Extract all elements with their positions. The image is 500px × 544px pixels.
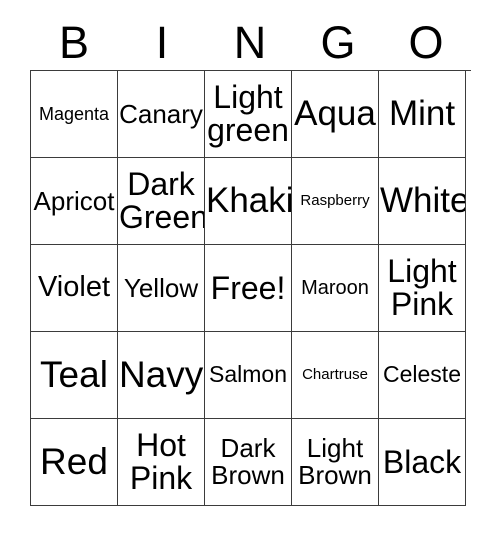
bingo-cell-label: Yellow: [123, 272, 199, 303]
bingo-card: B I N G O Magenta Canary Light green Aqu…: [30, 14, 471, 506]
bingo-cell-label: Chartruse: [302, 366, 368, 384]
bingo-cell-b3[interactable]: Violet: [31, 245, 118, 332]
bingo-cell-i4[interactable]: Navy: [118, 332, 205, 419]
bingo-cell-label: Aqua: [294, 94, 376, 134]
bingo-cell-label: Dark Green: [119, 166, 205, 235]
bingo-cell-label: Apricot: [33, 185, 115, 216]
bingo-grid: Magenta Canary Light green Aqua Mint Apr…: [30, 70, 471, 506]
bingo-cell-label: Teal: [40, 354, 108, 396]
bingo-cell-label: Celeste: [383, 361, 461, 388]
bingo-cell-i2[interactable]: Dark Green: [118, 158, 205, 245]
header-letter-g: G: [320, 16, 356, 68]
bingo-cell-g5[interactable]: Light Brown: [292, 419, 379, 506]
bingo-cell-g1[interactable]: Aqua: [292, 71, 379, 158]
bingo-cell-n4[interactable]: Salmon: [205, 332, 292, 419]
bingo-cell-b5[interactable]: Red: [31, 419, 118, 506]
bingo-cell-label: Violet: [37, 271, 111, 304]
bingo-cell-label: Maroon: [301, 276, 369, 299]
bingo-cell-o5[interactable]: Black: [379, 419, 466, 506]
bingo-cell-label: Salmon: [209, 361, 287, 388]
bingo-cell-b1[interactable]: Magenta: [31, 71, 118, 158]
bingo-cell-label: Navy: [119, 354, 204, 396]
bingo-cell-i3[interactable]: Yellow: [118, 245, 205, 332]
bingo-cell-g2[interactable]: Raspberry: [292, 158, 379, 245]
header-letter-n: N: [233, 16, 267, 68]
bingo-cell-o2[interactable]: White: [379, 158, 466, 245]
bingo-cell-g4[interactable]: Chartruse: [292, 332, 379, 419]
header-letter-b: B: [58, 16, 89, 68]
header-letter-o: O: [408, 16, 444, 68]
bingo-cell-b4[interactable]: Teal: [31, 332, 118, 419]
header-letter-i: I: [155, 16, 169, 68]
bingo-row-2: Apricot Dark Green Khaki Raspberry White: [31, 158, 471, 245]
bingo-row-1: Magenta Canary Light green Aqua Mint: [31, 71, 471, 158]
bingo-cell-o4[interactable]: Celeste: [379, 332, 466, 419]
bingo-row-4: Teal Navy Salmon Chartruse Celeste: [31, 332, 471, 419]
bingo-cell-label: Khaki: [206, 181, 292, 221]
bingo-cell-label: Free!: [210, 269, 286, 306]
bingo-cell-label: Red: [40, 441, 108, 483]
bingo-cell-label: Hot Pink: [129, 427, 193, 496]
bingo-cell-n2[interactable]: Khaki: [205, 158, 292, 245]
bingo-cell-label: Canary: [119, 98, 203, 129]
bingo-cell-i5[interactable]: Hot Pink: [118, 419, 205, 506]
bingo-row-5: Red Hot Pink Dark Brown Light Brown Blac…: [31, 419, 471, 506]
bingo-cell-o1[interactable]: Mint: [379, 71, 466, 158]
bingo-cell-label: Black: [382, 443, 462, 480]
bingo-header-row: B I N G O: [30, 14, 470, 70]
bingo-cell-n5[interactable]: Dark Brown: [205, 419, 292, 506]
bingo-cell-label: Magenta: [38, 103, 110, 124]
bingo-cell-label: Light Pink: [387, 253, 457, 322]
bingo-cell-label: Raspberry: [300, 192, 370, 210]
bingo-cell-free-space[interactable]: Free!: [205, 245, 292, 332]
bingo-cell-label: Light Brown: [298, 433, 372, 490]
bingo-cell-label: Mint: [388, 94, 456, 134]
bingo-cell-label: White: [380, 181, 466, 221]
bingo-cell-label: Dark Brown: [211, 433, 285, 490]
bingo-cell-n1[interactable]: Light green: [205, 71, 292, 158]
bingo-cell-g3[interactable]: Maroon: [292, 245, 379, 332]
bingo-row-3: Violet Yellow Free! Maroon Light Pink: [31, 245, 471, 332]
bingo-cell-o3[interactable]: Light Pink: [379, 245, 466, 332]
bingo-cell-i1[interactable]: Canary: [118, 71, 205, 158]
bingo-cell-b2[interactable]: Apricot: [31, 158, 118, 245]
bingo-cell-label: Light green: [207, 79, 289, 148]
